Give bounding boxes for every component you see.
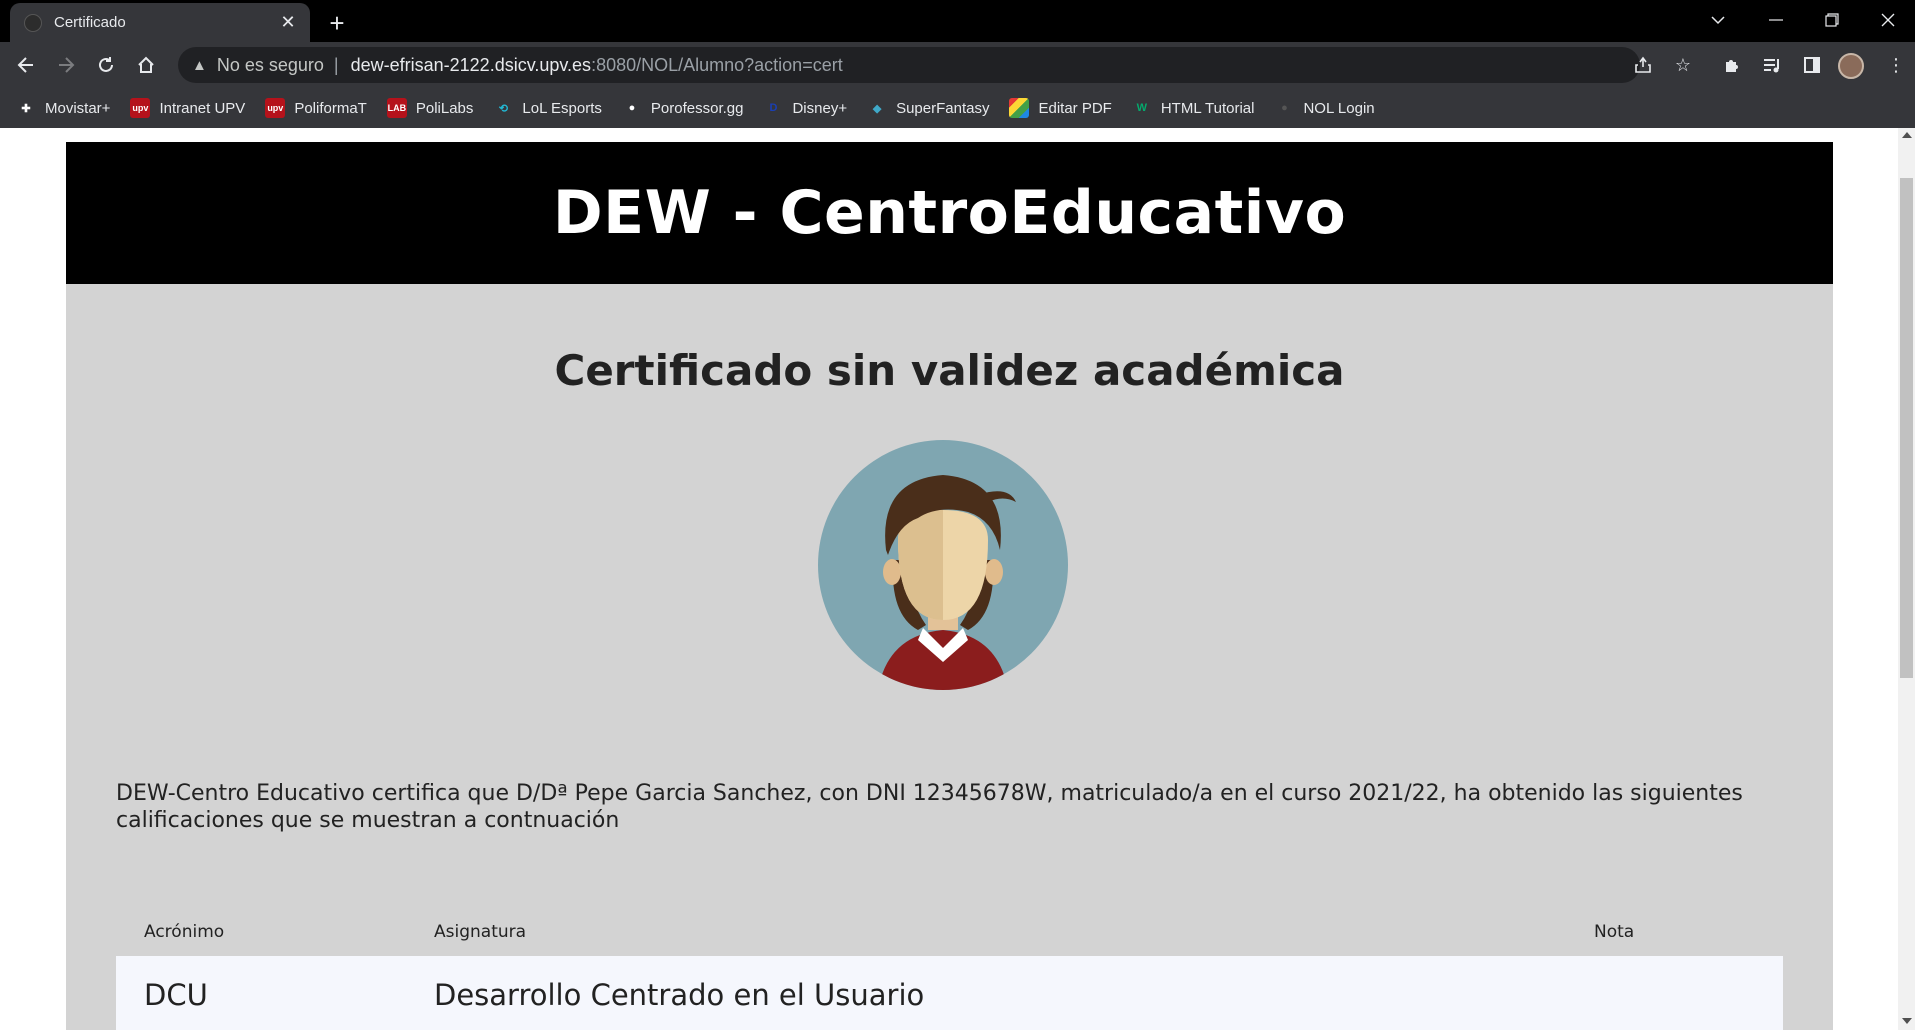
column-header-subject: Asignatura [434, 922, 527, 942]
bookmark-item[interactable]: LAB PoliLabs [386, 98, 474, 118]
bookmark-label: SuperFantasy [896, 99, 990, 117]
w3-icon: W [1136, 102, 1148, 114]
lab-icon: LAB [386, 98, 407, 118]
grades-table-header: Acrónimo Asignatura Nota [116, 912, 1783, 952]
row-subject: Desarrollo Centrado en el Usuario [434, 978, 925, 1012]
certificate-text: DEW-Centro Educativo certifica que D/Dª … [116, 781, 1743, 833]
tab-certificado[interactable]: Certificado ✕ [10, 3, 310, 42]
bookmark-label: PoliformaT [294, 99, 367, 117]
lol-icon: ⟲ [498, 102, 509, 115]
poro-icon: ● [628, 102, 636, 114]
column-header-grade: Nota [1594, 922, 1635, 942]
pdf-icon: ■ [1009, 98, 1030, 118]
side-panel-icon[interactable] [1796, 49, 1828, 81]
reload-icon[interactable] [90, 49, 122, 81]
tab-title: Certificado [54, 14, 126, 31]
bookmark-item[interactable]: upv Intranet UPV [130, 98, 245, 118]
scroll-thumb[interactable] [1900, 178, 1913, 678]
bookmark-item[interactable]: ◆ SuperFantasy [867, 98, 990, 118]
restore-icon[interactable] [1804, 0, 1860, 40]
security-label[interactable]: No es seguro [217, 55, 324, 76]
bookmark-label: HTML Tutorial [1160, 99, 1255, 117]
table-row: DCU Desarrollo Centrado en el Usuario [116, 956, 1783, 1030]
close-icon[interactable]: ✕ [278, 12, 298, 33]
url-path: :8080/NOL/Alumno?action=cert [591, 54, 843, 75]
profile-avatar[interactable] [1838, 53, 1864, 79]
disney-icon: D [769, 102, 778, 114]
url-host: dew-efrisan-2122.dsicv.upv.es [350, 54, 592, 75]
scroll-down-icon[interactable] [1902, 1018, 1912, 1024]
back-icon[interactable] [10, 49, 42, 81]
upv-icon: upv [265, 98, 286, 118]
drop-icon: ◆ [872, 102, 882, 115]
forward-icon[interactable] [50, 49, 82, 81]
new-tab-button[interactable]: + [322, 8, 352, 38]
tab-search-icon[interactable] [1690, 0, 1746, 40]
minimize-icon[interactable] [1748, 0, 1804, 40]
close-window-icon[interactable] [1860, 0, 1915, 40]
warning-icon[interactable]: ▲ [192, 57, 207, 74]
divider: | [333, 54, 339, 75]
page-container: DEW - CentroEducativo Certificado sin va… [66, 142, 1833, 1030]
browser-toolbar: ▲ No es seguro | dew-efrisan-2122.dsicv.… [0, 42, 1915, 88]
home-icon[interactable] [130, 49, 162, 81]
bookmarks-bar: ✚ Movistar+ upv Intranet UPV upv PoliformaT LA… [0, 88, 1915, 128]
bookmark-item[interactable]: ⟲ LoL Esports [493, 98, 602, 118]
share-icon[interactable] [1627, 49, 1659, 81]
tab-strip: Certificado ✕ + [0, 0, 1915, 42]
scroll-up-icon[interactable] [1902, 132, 1912, 138]
student-avatar [818, 440, 1068, 690]
bookmark-label: Porofessor.gg [650, 99, 744, 117]
bookmark-item[interactable]: ■ Editar PDF [1009, 98, 1112, 118]
bookmark-label: Disney+ [792, 99, 848, 117]
globe-icon [24, 13, 42, 32]
site-title: DEW - CentroEducativo [552, 178, 1347, 248]
bookmark-label: LoL Esports [522, 99, 602, 117]
column-header-acronym: Acrónimo [144, 922, 225, 942]
bookmark-label: NOL Login [1303, 99, 1375, 117]
star-icon[interactable]: ☆ [1667, 49, 1699, 81]
bookmark-item[interactable]: ● NOL Login [1274, 98, 1374, 118]
page-viewport: DEW - CentroEducativo Certificado sin va… [0, 128, 1915, 1030]
bookmark-label: PoliLabs [415, 99, 474, 117]
vertical-scrollbar[interactable] [1898, 128, 1915, 1030]
media-control-icon[interactable] [1756, 49, 1788, 81]
upv-icon: upv [130, 98, 151, 118]
site-header: DEW - CentroEducativo [66, 142, 1833, 284]
bookmark-item[interactable]: W HTML Tutorial [1132, 98, 1255, 118]
plus-icon: ✚ [21, 102, 31, 115]
globe-icon: ● [1281, 102, 1288, 114]
menu-icon[interactable]: ⋮ [1880, 49, 1912, 81]
extensions-icon[interactable] [1716, 49, 1748, 81]
bookmark-label: Intranet UPV [159, 99, 246, 117]
address-bar[interactable]: ▲ No es seguro | dew-efrisan-2122.dsicv.… [178, 47, 1640, 83]
bookmark-item[interactable]: ● Porofessor.gg [622, 98, 744, 118]
bookmark-item[interactable]: ✚ Movistar+ [16, 98, 110, 118]
bookmark-item[interactable]: D Disney+ [763, 98, 847, 118]
bookmark-label: Editar PDF [1038, 99, 1112, 117]
certificate-title: Certificado sin validez académica [554, 346, 1345, 395]
bookmark-item[interactable]: upv PoliformaT [265, 98, 367, 118]
bookmark-label: Movistar+ [45, 99, 111, 117]
row-acronym: DCU [144, 978, 208, 1012]
